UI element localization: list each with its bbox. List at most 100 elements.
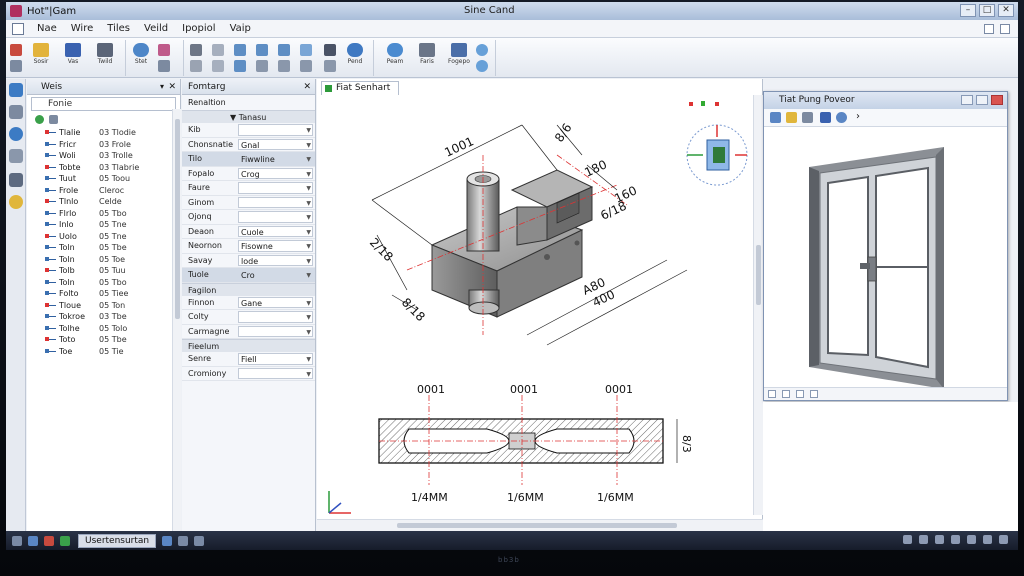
doc-restore-icon[interactable] <box>1000 23 1010 34</box>
tray-icon-6[interactable] <box>983 535 992 544</box>
fillet-icon[interactable] <box>278 44 290 56</box>
property-row[interactable]: Kib ▼ <box>182 123 315 138</box>
property-row[interactable]: Neornon Fisowne ▼ <box>182 239 315 254</box>
sync-icon[interactable] <box>476 44 488 56</box>
revolve-icon[interactable] <box>256 60 268 72</box>
tree-item[interactable]: Tolb 05 Tuu <box>27 265 180 277</box>
tree-item[interactable]: Tobte 03 Tlabrie <box>27 162 180 174</box>
mirror-icon[interactable] <box>300 44 312 56</box>
properties-close-icon[interactable]: ✕ <box>303 79 311 95</box>
property-value-field[interactable]: ▼ <box>238 211 313 223</box>
system-menu-icon[interactable] <box>12 22 24 35</box>
view-cube-widget[interactable] <box>686 124 748 186</box>
tree-item[interactable]: Tlnlo Celde <box>27 196 180 208</box>
dropdown-arrow-icon[interactable]: ▼ <box>306 369 311 380</box>
property-row[interactable]: Ojonq ▼ <box>182 210 315 225</box>
tree-item[interactable]: Toln 05 Tbo <box>27 277 180 289</box>
dropdown-arrow-icon[interactable]: ▼ <box>306 270 311 281</box>
preview-status-icon-4[interactable] <box>810 390 818 398</box>
preview-folder-icon[interactable] <box>786 112 797 123</box>
section-view[interactable] <box>378 395 678 485</box>
preview-status-icon-2[interactable] <box>782 390 790 398</box>
pan-icon[interactable] <box>190 60 202 72</box>
drawing-tab[interactable]: Fiat Senhart <box>321 81 400 95</box>
rectangle-icon[interactable] <box>234 60 246 72</box>
tree-item[interactable]: Woli 03 Trolle <box>27 150 180 162</box>
property-value-field[interactable]: lode ▼ <box>238 254 313 267</box>
start-icon[interactable] <box>12 535 22 546</box>
extrude-icon[interactable] <box>256 44 268 56</box>
property-row[interactable]: Chonsnatie Gnal ▼ <box>182 138 315 152</box>
toolbar-button-protect[interactable]: Fogepo <box>448 41 470 71</box>
pin-icon[interactable]: ▾ <box>160 79 164 95</box>
taskbar-app-icon-2[interactable] <box>44 535 54 546</box>
tray-icon-3[interactable] <box>935 535 944 544</box>
layers-icon[interactable] <box>9 105 23 119</box>
menu-item-file[interactable]: Nae <box>30 23 64 34</box>
property-row[interactable]: Deaon Cuole ▼ <box>182 225 315 239</box>
material-icon[interactable] <box>9 195 23 209</box>
navigate-icon[interactable] <box>9 83 23 97</box>
menu-item-build[interactable]: Veild <box>137 23 175 34</box>
preview-save-icon[interactable] <box>802 112 813 123</box>
preview-maximize-button[interactable] <box>976 95 988 105</box>
preview-status-icon-3[interactable] <box>796 390 804 398</box>
tray-icon-7[interactable] <box>999 535 1008 544</box>
tray-icon-4[interactable] <box>951 535 960 544</box>
property-row[interactable]: Finnon Gane ▼ <box>182 296 315 310</box>
property-value-field[interactable]: ▼ <box>238 196 313 208</box>
property-row[interactable]: Faure ▼ <box>182 181 315 196</box>
tray-icon-5[interactable] <box>967 535 976 544</box>
property-row[interactable]: Senre Fiell ▼ <box>182 352 315 367</box>
dropdown-arrow-icon[interactable]: ▼ <box>306 140 311 151</box>
tree-item[interactable]: Tuut 05 Toou <box>27 173 180 185</box>
property-value-field[interactable]: ▼ <box>238 124 313 136</box>
isometric-part[interactable] <box>430 169 594 318</box>
tree-item[interactable]: Toln 05 Toe <box>27 254 180 266</box>
taskbar-app-icon-4[interactable] <box>162 535 173 546</box>
chamfer-icon[interactable] <box>278 60 290 72</box>
property-value-field[interactable]: ▼ <box>238 325 313 338</box>
dropdown-arrow-icon[interactable]: ▼ <box>306 354 311 365</box>
camera-icon[interactable] <box>9 173 23 187</box>
dropdown-arrow-icon[interactable]: ▼ <box>306 154 311 165</box>
property-row[interactable]: Savay lode ▼ <box>182 254 315 268</box>
dropdown-arrow-icon[interactable]: ▼ <box>306 125 311 136</box>
tree-item[interactable]: Toto 05 Tbe <box>27 334 180 346</box>
taskbar-app-icon-1[interactable] <box>28 535 38 546</box>
maximize-button[interactable]: □ <box>979 4 995 17</box>
tree-item[interactable]: Frole Cleroc <box>27 185 180 197</box>
dropdown-arrow-icon[interactable]: ▼ <box>306 327 311 338</box>
rotate-icon[interactable] <box>158 60 170 72</box>
tree-item[interactable]: Toe 05 Tie <box>27 346 180 358</box>
line-icon[interactable] <box>212 44 224 56</box>
tree-item[interactable]: Tolhe 05 Tolo <box>27 323 180 335</box>
property-row[interactable]: Tilo Fiwwline ▼ <box>182 152 315 167</box>
close-button[interactable]: ✕ <box>998 4 1014 17</box>
preview-next-icon[interactable]: › <box>856 112 867 123</box>
dropdown-arrow-icon[interactable]: ▼ <box>306 256 311 267</box>
tree-item[interactable]: Fricr 03 Frole <box>27 139 180 151</box>
tree-item[interactable]: Inlo 05 Tne <box>27 219 180 231</box>
toolbar-button-sketch[interactable]: Twild <box>94 41 116 71</box>
property-value-field[interactable]: ▼ <box>238 311 313 323</box>
tree-item[interactable]: Tlalie 03 Tlodie <box>27 127 180 139</box>
dropdown-arrow-icon[interactable]: ▼ <box>306 183 311 194</box>
toolbar-button-zoom[interactable]: Stet <box>130 41 152 71</box>
refresh-icon[interactable] <box>476 60 488 72</box>
property-value-field[interactable]: ▼ <box>238 182 313 194</box>
property-row[interactable]: Ginom ▼ <box>182 196 315 210</box>
close-panel-icon[interactable]: ✕ <box>168 79 176 95</box>
tree-scrollbar[interactable] <box>172 109 181 531</box>
tree-item[interactable]: Uolo 05 Tne <box>27 231 180 243</box>
property-value-field[interactable]: Cuole ▼ <box>238 225 313 237</box>
menu-item-options[interactable]: Ipopiol <box>175 23 222 34</box>
toolbar-button-open[interactable]: Sosir <box>30 41 52 71</box>
select-icon[interactable] <box>190 44 202 56</box>
property-row[interactable]: Colty ▼ <box>182 310 315 325</box>
property-row[interactable]: Cromiony ▼ <box>182 367 315 381</box>
minimize-button[interactable]: – <box>960 4 976 17</box>
arc-icon[interactable] <box>212 60 224 72</box>
property-value-field[interactable]: Fiell ▼ <box>238 353 313 365</box>
doc-minimize-icon[interactable] <box>984 23 994 34</box>
